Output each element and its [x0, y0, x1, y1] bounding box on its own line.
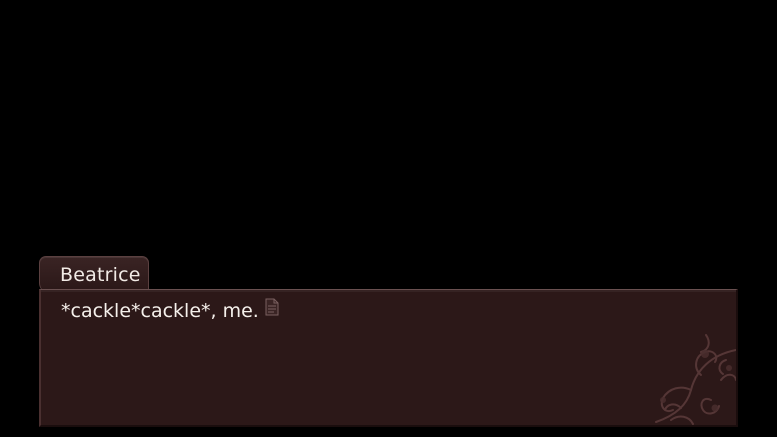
game-screen[interactable]: Beatrice *cackle*cackle*, me.	[0, 0, 777, 437]
dialogue-box[interactable]: *cackle*cackle*, me.	[39, 289, 738, 427]
scene-area	[0, 0, 777, 260]
dialogue-text: *cackle*cackle*, me.	[61, 298, 280, 322]
page-icon[interactable]	[264, 298, 280, 321]
floral-ornament-icon	[655, 334, 736, 425]
dialogue-line: *cackle*cackle*, me.	[61, 300, 259, 322]
speaker-name-tab: Beatrice	[39, 256, 149, 293]
speaker-name: Beatrice	[60, 264, 141, 286]
